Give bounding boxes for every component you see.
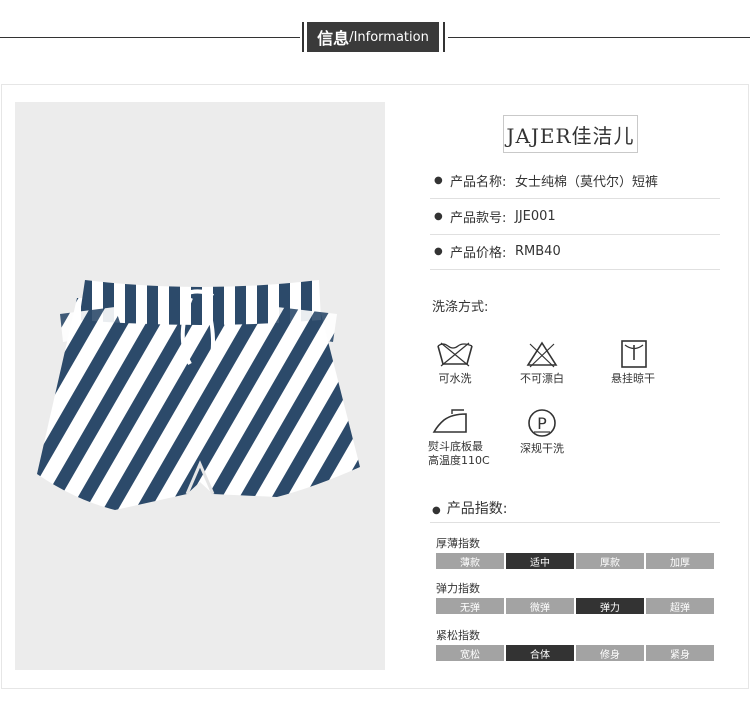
header-title-en: /Information: [349, 29, 429, 45]
no-bleach-item: 不可漂白: [516, 340, 568, 386]
section-header: 信息/Information: [307, 22, 439, 52]
product-photo: [15, 102, 385, 670]
fit-option: 修身: [576, 645, 644, 661]
fit-label: 紧松指数: [436, 629, 480, 642]
iron-icon: [432, 409, 467, 433]
elasticity-option: 超弹: [646, 598, 714, 614]
thickness-option-selected: 适中: [506, 553, 574, 569]
product-sku-row: ● 产品款号: JJE001: [430, 199, 720, 235]
header-rule-right: [448, 37, 750, 38]
wash-title: 洗涤方式:: [432, 300, 489, 315]
product-name-row: ● 产品名称: 女士纯棉（莫代尔）短裤: [430, 163, 720, 199]
fit-option: 宽松: [436, 645, 504, 661]
elasticity-option: 无弹: [436, 598, 504, 614]
dry-clean-label: 深规干洗: [520, 442, 564, 455]
iron-label-line1: 熨斗底板最: [428, 440, 483, 453]
fit-option: 紧身: [646, 645, 714, 661]
product-name-value: 女士纯棉（莫代尔）短裤: [515, 175, 659, 190]
fit-option-selected: 合体: [506, 645, 574, 661]
header-rule-left: [0, 37, 300, 38]
no-bleach-icon: [526, 341, 558, 368]
elasticity-label: 弹力指数: [436, 582, 480, 595]
thickness-label: 厚薄指数: [436, 537, 480, 550]
hang-dry-icon: [621, 340, 647, 368]
header-tick-right: [443, 22, 445, 52]
hand-wash-icon: [437, 342, 473, 367]
iron-label-line2: 高温度110C: [428, 454, 490, 467]
product-price-value: RMB40: [515, 244, 561, 259]
striped-shorts-image: [37, 280, 360, 510]
brand-logo: JAJER佳洁儿: [503, 115, 638, 153]
thickness-option: 厚款: [576, 553, 644, 569]
thickness-option: 加厚: [646, 553, 714, 569]
thickness-option: 薄款: [436, 553, 504, 569]
index-title-text: 产品指数:: [446, 501, 508, 517]
product-sku-label: 产品款号:: [450, 211, 507, 226]
hand-wash-item: 可水洗: [432, 340, 478, 386]
header-title-zh: 信息: [317, 29, 350, 48]
dry-clean-item: P 深规干洗: [517, 408, 567, 456]
header-tick-left: [302, 22, 304, 52]
elasticity-option: 微弹: [506, 598, 574, 614]
iron-item: 熨斗底板最 高温度110C: [428, 408, 494, 468]
product-price-label: 产品价格:: [450, 246, 507, 261]
product-sku-value: JJE001: [515, 209, 556, 224]
hang-dry-label: 悬挂晾干: [611, 372, 655, 385]
index-title: ● 产品指数:: [432, 501, 508, 517]
product-name-label: 产品名称:: [450, 175, 507, 190]
elasticity-option-selected: 弹力: [576, 598, 644, 614]
dry-clean-icon: P: [528, 409, 556, 437]
product-price-row: ● 产品价格: RMB40: [430, 234, 720, 270]
svg-text:P: P: [537, 414, 547, 433]
index-divider: [430, 522, 720, 523]
hand-wash-label: 可水洗: [438, 372, 472, 385]
no-bleach-label: 不可漂白: [520, 372, 564, 385]
hang-dry-item: 悬挂晾干: [608, 340, 658, 386]
